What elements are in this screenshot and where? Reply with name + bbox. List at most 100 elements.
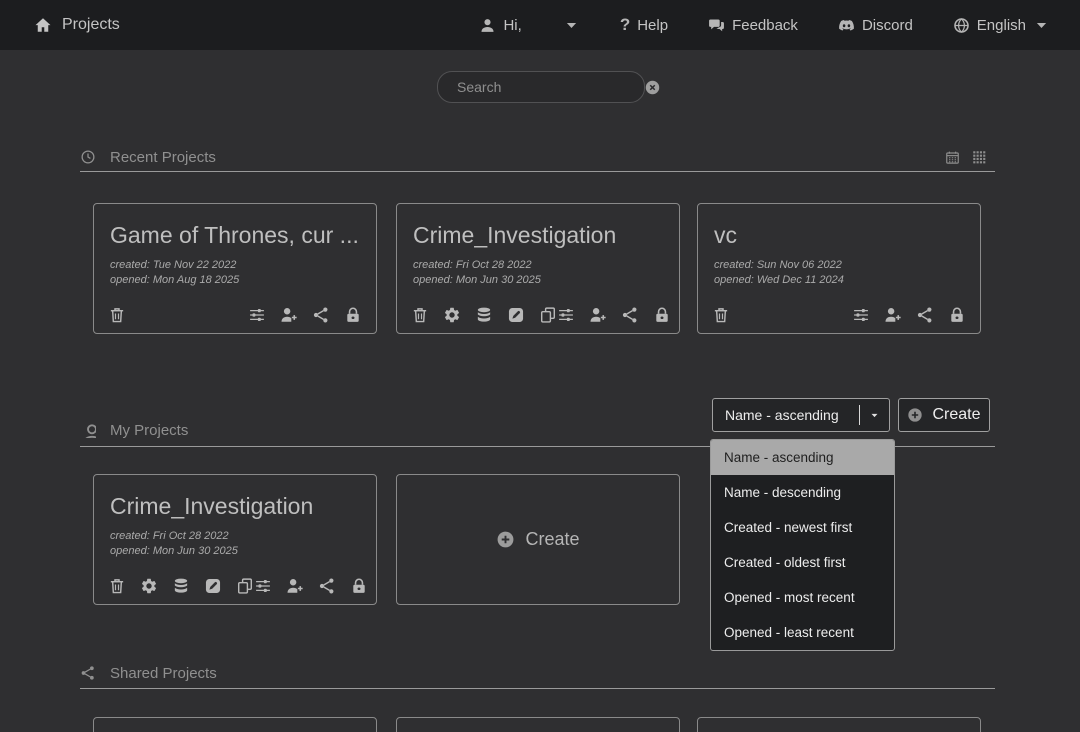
project-options-button[interactable] xyxy=(557,306,575,324)
chevron-down-icon xyxy=(1033,17,1050,34)
search-input[interactable] xyxy=(438,79,644,95)
nav-language-menu[interactable]: English xyxy=(953,17,1050,34)
card-actions xyxy=(108,577,362,595)
create-project-button[interactable]: Create xyxy=(898,398,990,432)
lock-project-button[interactable] xyxy=(653,306,671,324)
project-meta: created: Fri Oct 28 2022 opened: Mon Jun… xyxy=(110,529,360,559)
calendar-view-button[interactable] xyxy=(945,150,960,165)
project-card[interactable] xyxy=(93,717,377,732)
project-options-button[interactable] xyxy=(254,577,272,595)
project-options-button[interactable] xyxy=(248,306,266,324)
edit-project-button[interactable] xyxy=(507,306,525,324)
sort-option-opened-least-recent[interactable]: Opened - least recent xyxy=(711,615,894,650)
user-greeting: Hi, xyxy=(503,17,521,34)
share-icon xyxy=(80,665,96,681)
project-settings-button[interactable] xyxy=(443,306,461,324)
user-icon xyxy=(479,17,496,34)
top-navbar: Projects Hi, ? Help Feedback Discord xyxy=(0,0,1080,50)
project-meta: created: Tue Nov 22 2022 opened: Mon Aug… xyxy=(110,258,360,288)
project-options-button[interactable] xyxy=(852,306,870,324)
card-actions xyxy=(108,306,362,324)
project-title: Game of Thrones, cur ... xyxy=(110,222,360,249)
sort-dropdown-menu: Name - ascending Name - descending Creat… xyxy=(710,439,895,651)
projects-page: Projects Hi, ? Help Feedback Discord xyxy=(0,0,1080,732)
project-title: Crime_Investigation xyxy=(110,493,360,520)
user-icon xyxy=(80,422,96,438)
sort-option-opened-most-recent[interactable]: Opened - most recent xyxy=(711,580,894,615)
lock-project-button[interactable] xyxy=(948,306,966,324)
opened-label: opened: xyxy=(714,274,754,286)
share-project-button[interactable] xyxy=(621,306,639,324)
project-card[interactable]: Game of Thrones, cur ... created: Tue No… xyxy=(93,203,377,334)
share-project-button[interactable] xyxy=(312,306,330,324)
sort-selected-value: Name - ascending xyxy=(713,407,859,423)
sort-option-name-descending[interactable]: Name - descending xyxy=(711,475,894,510)
add-collaborator-button[interactable] xyxy=(286,577,304,595)
created-date: Fri Oct 28 2022 xyxy=(456,259,532,271)
project-title: vc xyxy=(714,222,964,249)
my-projects-title: My Projects xyxy=(110,422,188,439)
chevron-down-icon xyxy=(563,17,580,34)
nav-feedback[interactable]: Feedback xyxy=(708,17,798,34)
discord-icon xyxy=(838,17,855,34)
edit-project-button[interactable] xyxy=(204,577,222,595)
grid-view-button[interactable] xyxy=(972,150,987,165)
delete-project-button[interactable] xyxy=(108,577,126,595)
select-separator xyxy=(859,405,860,425)
create-project-card[interactable]: Create xyxy=(396,474,680,605)
nav-projects[interactable]: Projects xyxy=(34,16,120,34)
created-date: Sun Nov 06 2022 xyxy=(757,259,842,271)
opened-date: Wed Dec 11 2024 xyxy=(757,274,844,286)
clock-icon xyxy=(80,149,96,165)
search-clear-button[interactable] xyxy=(644,79,661,96)
duplicate-project-button[interactable] xyxy=(236,577,254,595)
sort-option-created-oldest[interactable]: Created - oldest first xyxy=(711,545,894,580)
project-settings-button[interactable] xyxy=(140,577,158,595)
nav-user-menu[interactable]: Hi, xyxy=(479,17,579,34)
share-project-button[interactable] xyxy=(318,577,336,595)
lock-project-button[interactable] xyxy=(350,577,368,595)
plus-circle-icon xyxy=(907,407,923,423)
view-toggles xyxy=(945,150,987,165)
delete-project-button[interactable] xyxy=(712,306,730,324)
question-mark-icon: ? xyxy=(620,15,630,35)
delete-project-button[interactable] xyxy=(411,306,429,324)
duplicate-project-button[interactable] xyxy=(539,306,557,324)
nav-discord-label: Discord xyxy=(862,17,913,34)
project-card[interactable] xyxy=(396,717,680,732)
lock-project-button[interactable] xyxy=(344,306,362,324)
created-label: created: xyxy=(110,530,150,542)
created-label: created: xyxy=(110,259,150,271)
sort-option-created-newest[interactable]: Created - newest first xyxy=(711,510,894,545)
add-collaborator-button[interactable] xyxy=(589,306,607,324)
nav-help[interactable]: ? Help xyxy=(620,15,668,35)
plus-circle-icon xyxy=(496,530,515,549)
nav-projects-label: Projects xyxy=(62,16,120,34)
add-collaborator-button[interactable] xyxy=(280,306,298,324)
project-card[interactable]: vc created: Sun Nov 06 2022 opened: Wed … xyxy=(697,203,981,334)
project-meta: created: Fri Oct 28 2022 opened: Mon Jun… xyxy=(413,258,663,288)
opened-date: Mon Aug 18 2025 xyxy=(153,274,239,286)
delete-project-button[interactable] xyxy=(108,306,126,324)
project-title: Crime_Investigation xyxy=(413,222,663,249)
add-collaborator-button[interactable] xyxy=(884,306,902,324)
nav-feedback-label: Feedback xyxy=(732,17,798,34)
project-database-button[interactable] xyxy=(172,577,190,595)
sort-select[interactable]: Name - ascending xyxy=(712,398,890,432)
project-card[interactable]: Crime_Investigation created: Fri Oct 28 … xyxy=(93,474,377,605)
recent-projects-header: Recent Projects xyxy=(80,146,995,168)
home-icon xyxy=(34,16,52,34)
project-card[interactable] xyxy=(697,717,981,732)
shared-projects-header: Shared Projects xyxy=(80,662,995,684)
globe-icon xyxy=(953,17,970,34)
search-bar xyxy=(437,71,645,103)
sort-option-name-ascending[interactable]: Name - ascending xyxy=(711,440,894,475)
share-project-button[interactable] xyxy=(916,306,934,324)
created-label: created: xyxy=(714,259,754,271)
project-card[interactable]: Crime_Investigation created: Fri Oct 28 … xyxy=(396,203,680,334)
opened-date: Mon Jun 30 2025 xyxy=(456,274,541,286)
created-date: Fri Oct 28 2022 xyxy=(153,530,229,542)
nav-discord[interactable]: Discord xyxy=(838,17,913,34)
project-database-button[interactable] xyxy=(475,306,493,324)
create-card-label: Create xyxy=(525,529,579,550)
